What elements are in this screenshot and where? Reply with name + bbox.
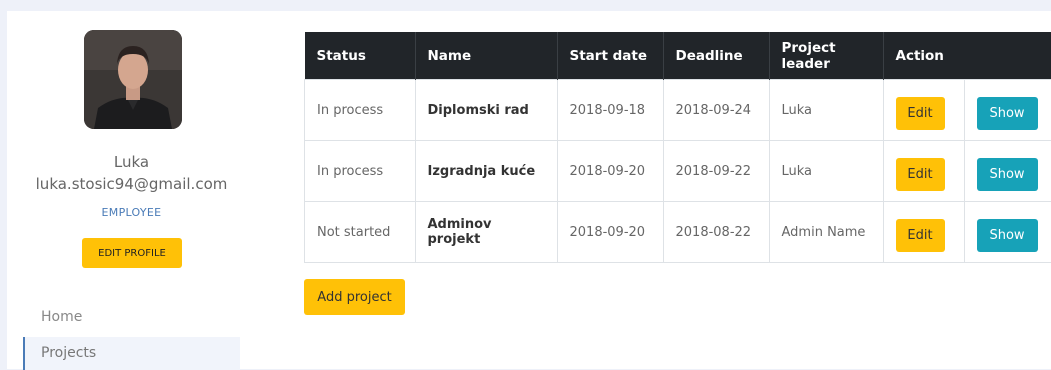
cell-name: Izgradnja kuće: [415, 141, 557, 202]
cell-deadline: 2018-09-24: [663, 80, 769, 141]
cell-edit: Edit: [883, 80, 964, 141]
cell-edit: Edit: [883, 141, 964, 202]
cell-name: Diplomski rad: [415, 80, 557, 141]
cell-show: Show: [964, 80, 1051, 141]
add-project-button[interactable]: Add project: [304, 279, 405, 315]
cell-name: Adminov projekt: [415, 202, 557, 263]
cell-edit: Edit: [883, 202, 964, 263]
column-header-action: Action: [883, 32, 1051, 80]
cell-project-leader: Luka: [769, 80, 883, 141]
show-button[interactable]: Show: [977, 219, 1038, 252]
show-button[interactable]: Show: [977, 97, 1038, 130]
table-header-row: Status Name Start date Deadline Project …: [305, 32, 1051, 80]
cell-project-leader: Admin Name: [769, 202, 883, 263]
cell-project-leader: Luka: [769, 141, 883, 202]
cell-deadline: 2018-09-22: [663, 141, 769, 202]
sidebar-item-projects[interactable]: Projects: [23, 337, 240, 370]
sidebar: Luka luka.stosic94@gmail.com EMPLOYEE ED…: [7, 11, 256, 369]
edit-profile-button[interactable]: EDIT PROFILE: [82, 238, 182, 268]
table-row: In process Diplomski rad 2018-09-18 2018…: [305, 80, 1051, 141]
column-header-name: Name: [415, 32, 557, 80]
edit-button[interactable]: Edit: [896, 97, 945, 130]
column-header-status: Status: [305, 32, 416, 80]
cell-show: Show: [964, 202, 1051, 263]
user-name: Luka: [7, 153, 256, 171]
show-button[interactable]: Show: [977, 158, 1038, 191]
column-header-project-leader: Project leader: [769, 32, 883, 80]
table-row: Not started Adminov projekt 2018-09-20 2…: [305, 202, 1051, 263]
projects-table: Status Name Start date Deadline Project …: [304, 32, 1051, 263]
table-row: In process Izgradnja kuće 2018-09-20 201…: [305, 141, 1051, 202]
edit-button[interactable]: Edit: [896, 158, 945, 191]
column-header-deadline: Deadline: [663, 32, 769, 80]
cell-start-date: 2018-09-20: [557, 202, 663, 263]
main-content: Status Name Start date Deadline Project …: [256, 11, 1051, 369]
cell-show: Show: [964, 141, 1051, 202]
cell-status: In process: [305, 141, 416, 202]
sidebar-item-home[interactable]: Home: [23, 301, 240, 334]
avatar: [84, 30, 182, 129]
user-email: luka.stosic94@gmail.com: [7, 175, 256, 193]
cell-deadline: 2018-08-22: [663, 202, 769, 263]
cell-status: In process: [305, 80, 416, 141]
column-header-start-date: Start date: [557, 32, 663, 80]
edit-button[interactable]: Edit: [896, 219, 945, 252]
user-role-badge: EMPLOYEE: [7, 206, 256, 219]
cell-status: Not started: [305, 202, 416, 263]
cell-start-date: 2018-09-18: [557, 80, 663, 141]
cell-start-date: 2018-09-20: [557, 141, 663, 202]
